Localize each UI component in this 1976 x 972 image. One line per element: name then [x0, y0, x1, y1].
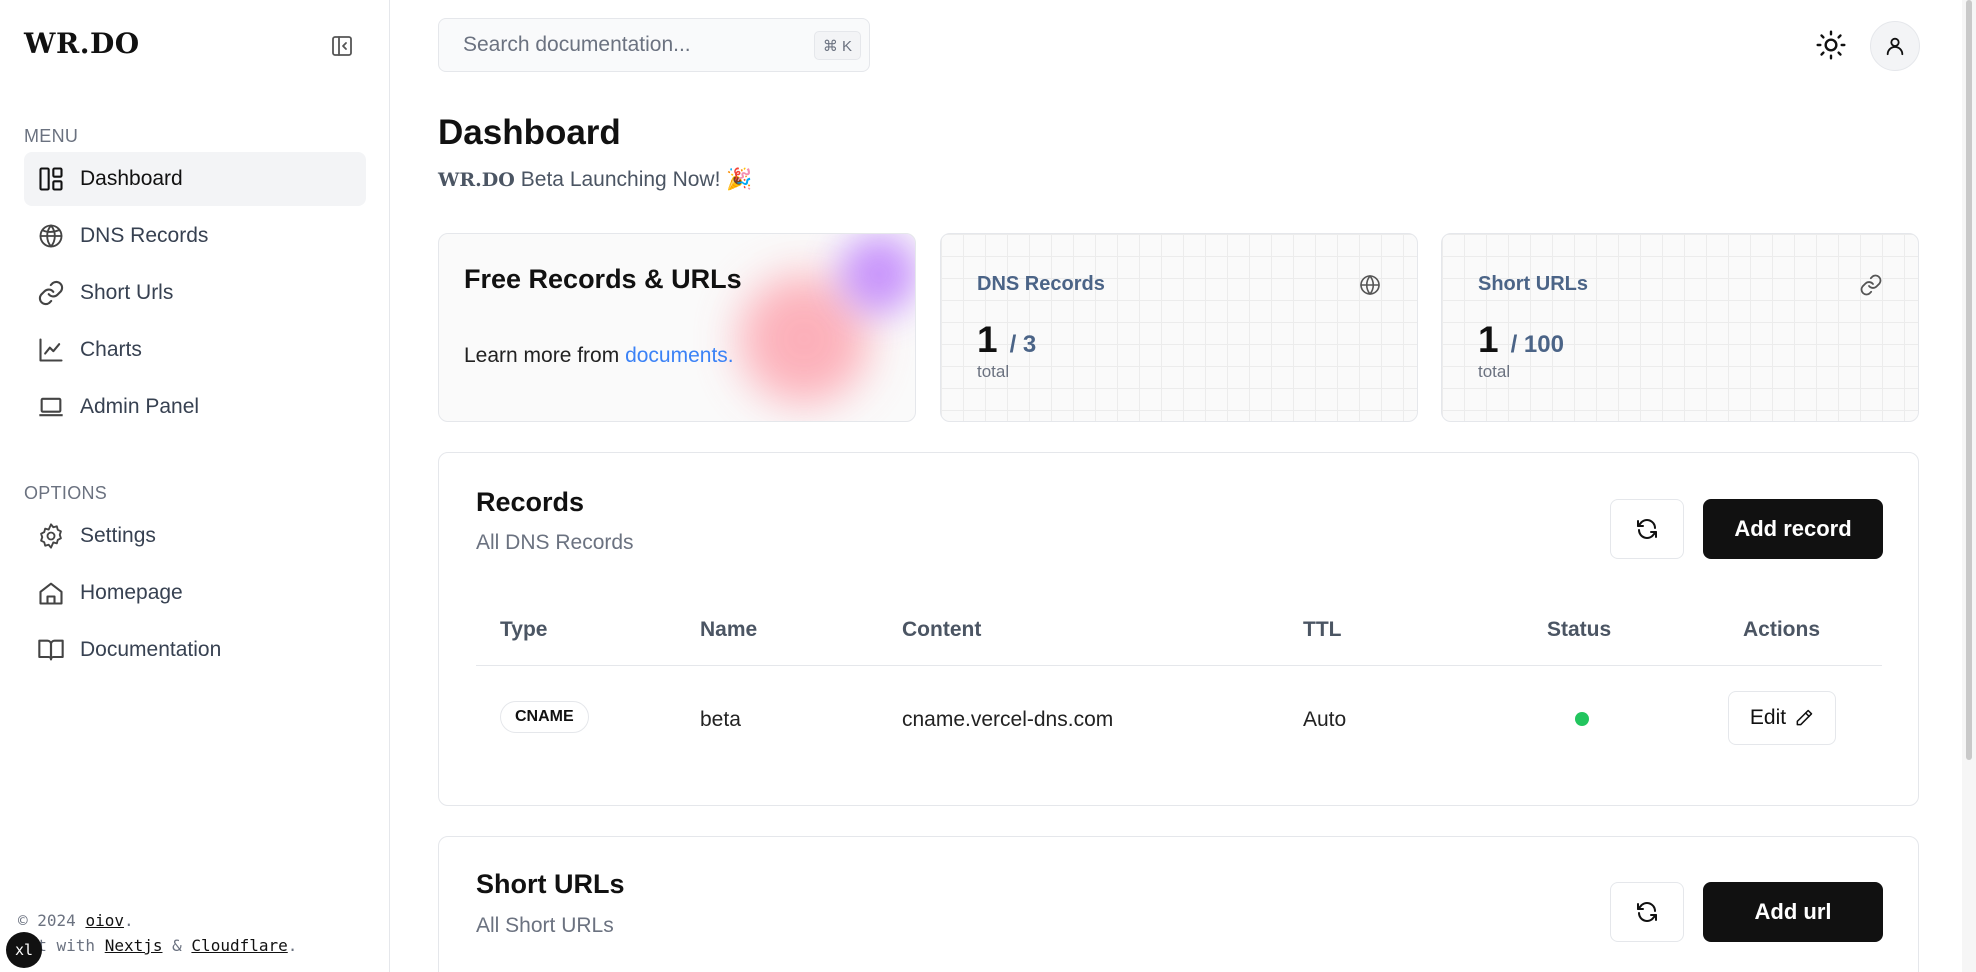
subtitle-brand: WR.DO [438, 169, 515, 191]
stat-footer: total [1478, 362, 1511, 381]
stat-title: DNS Records [977, 273, 1105, 295]
sidebar-item-label: Settings [80, 524, 156, 547]
refresh-icon [1637, 902, 1657, 922]
records-title: Records [476, 487, 585, 517]
sidebar-item-admin-panel[interactable]: Admin Panel [24, 380, 366, 434]
footer-dot: . [287, 936, 298, 955]
user-icon [1886, 37, 1904, 56]
column-header-type: Type [500, 618, 548, 641]
cloudflare-link[interactable]: Cloudflare [191, 936, 287, 955]
add-record-button[interactable]: Add record [1703, 499, 1883, 559]
status-indicator [1575, 712, 1589, 726]
stat-count: 1 [1478, 319, 1499, 360]
edit-label: Edit [1749, 706, 1787, 729]
sun-icon [1816, 30, 1846, 60]
sidebar-footer: © 2024 oiov. ilt with Nextjs & Cloudflar… [18, 908, 297, 958]
sidebar-item-short-urls[interactable]: Short Urls [24, 266, 366, 320]
dns-records-stat-card: DNS Records 1 / 3 total [940, 233, 1418, 422]
short-urls-refresh-button[interactable] [1610, 882, 1684, 942]
book-icon [36, 635, 66, 665]
sidebar-item-label: Documentation [80, 638, 222, 661]
sidebar: WR.DO MENU Dashboard DNS Records Short U… [0, 0, 390, 972]
sidebar-item-label: DNS Records [80, 224, 209, 247]
laptop-icon [36, 392, 66, 422]
stat-title: Short URLs [1478, 273, 1588, 295]
column-header-ttl: TTL [1303, 618, 1342, 641]
short-urls-stat-card: Short URLs 1 / 100 total [1441, 233, 1919, 422]
add-url-button[interactable]: Add url [1703, 882, 1883, 942]
home-icon [36, 578, 66, 608]
sidebar-item-dns-records[interactable]: DNS Records [24, 209, 366, 263]
stat-value: 1 / 3 [977, 319, 1036, 361]
promo-text-label: Learn more from [464, 344, 620, 367]
records-subtitle: All DNS Records [476, 531, 634, 554]
record-ttl: Auto [1303, 708, 1347, 731]
sidebar-collapse-button[interactable] [328, 32, 356, 60]
search-shortcut: ⌘ K [813, 31, 861, 60]
user-avatar-button[interactable] [1870, 21, 1920, 71]
page-subtitle: WR.DO Beta Launching Now! 🎉 [438, 168, 752, 192]
short-urls-subtitle: All Short URLs [476, 914, 614, 937]
nextjs-link[interactable]: Nextjs [105, 936, 163, 955]
promo-card: Free Records & URLs Learn more from docu… [438, 233, 916, 422]
edit-record-button[interactable]: Edit [1728, 691, 1836, 745]
link-icon [1858, 272, 1884, 298]
sidebar-item-dashboard[interactable]: Dashboard [24, 152, 366, 206]
options-section-label: OPTIONS [24, 483, 108, 503]
refresh-icon [1637, 519, 1657, 539]
sidebar-item-label: Homepage [80, 581, 183, 604]
record-name: beta [700, 708, 741, 731]
page-title: Dashboard [438, 113, 621, 152]
stat-limit: / 100 [1510, 331, 1564, 358]
menu-section-label: MENU [24, 126, 79, 146]
sidebar-item-documentation[interactable]: Documentation [24, 623, 366, 677]
record-type-badge: CNAME [500, 701, 589, 733]
stat-value: 1 / 100 [1478, 319, 1564, 361]
stat-footer: total [977, 362, 1010, 381]
panel-left-icon [332, 36, 352, 56]
subtitle-text: Beta Launching Now! 🎉 [520, 168, 753, 191]
sidebar-item-label: Dashboard [80, 167, 183, 190]
copyright-text: © 2024 [18, 911, 76, 930]
stat-count: 1 [977, 319, 998, 360]
app-root: WR.DO MENU Dashboard DNS Records Short U… [0, 0, 1976, 972]
search-input[interactable]: Search documentation... ⌘ K [438, 18, 870, 72]
column-header-status: Status [1547, 618, 1612, 641]
pencil-icon [1796, 709, 1813, 726]
globe-icon [1357, 272, 1383, 298]
promo-title: Free Records & URLs [464, 264, 742, 294]
documents-link[interactable]: documents. [625, 344, 734, 367]
sidebar-item-label: Charts [80, 338, 142, 361]
table-divider [476, 665, 1882, 666]
column-header-actions: Actions [1743, 618, 1821, 641]
logo[interactable]: WR.DO [24, 27, 140, 60]
breakpoint-badge: xl [6, 932, 42, 968]
records-refresh-button[interactable] [1610, 499, 1684, 559]
gear-icon [36, 521, 66, 551]
decorative-blob [839, 234, 915, 314]
dashboard-icon [36, 164, 66, 194]
author-link[interactable]: oiov [85, 911, 124, 930]
sidebar-item-label: Admin Panel [80, 395, 200, 418]
search-placeholder: Search documentation... [463, 33, 691, 56]
globe-icon [36, 221, 66, 251]
stat-limit: / 3 [1009, 331, 1037, 358]
short-urls-title: Short URLs [476, 869, 625, 899]
column-header-name: Name [700, 618, 758, 641]
scrollbar-thumb[interactable] [1966, 0, 1972, 760]
sidebar-item-label: Short Urls [80, 281, 174, 304]
sidebar-item-settings[interactable]: Settings [24, 509, 366, 563]
record-content: cname.vercel-dns.com [902, 708, 1114, 731]
records-panel: Records All DNS Records Add record Type … [438, 452, 1919, 806]
short-urls-panel: Short URLs All Short URLs Add url [438, 836, 1919, 972]
link-icon [36, 278, 66, 308]
promo-text: Learn more from documents. [464, 344, 734, 368]
chart-line-icon [36, 335, 66, 365]
column-header-content: Content [902, 618, 982, 641]
footer-amp: & [172, 936, 182, 955]
footer-dot: . [123, 911, 134, 930]
sidebar-item-charts[interactable]: Charts [24, 323, 366, 377]
theme-toggle-button[interactable] [1810, 24, 1852, 66]
sidebar-item-homepage[interactable]: Homepage [24, 566, 366, 620]
